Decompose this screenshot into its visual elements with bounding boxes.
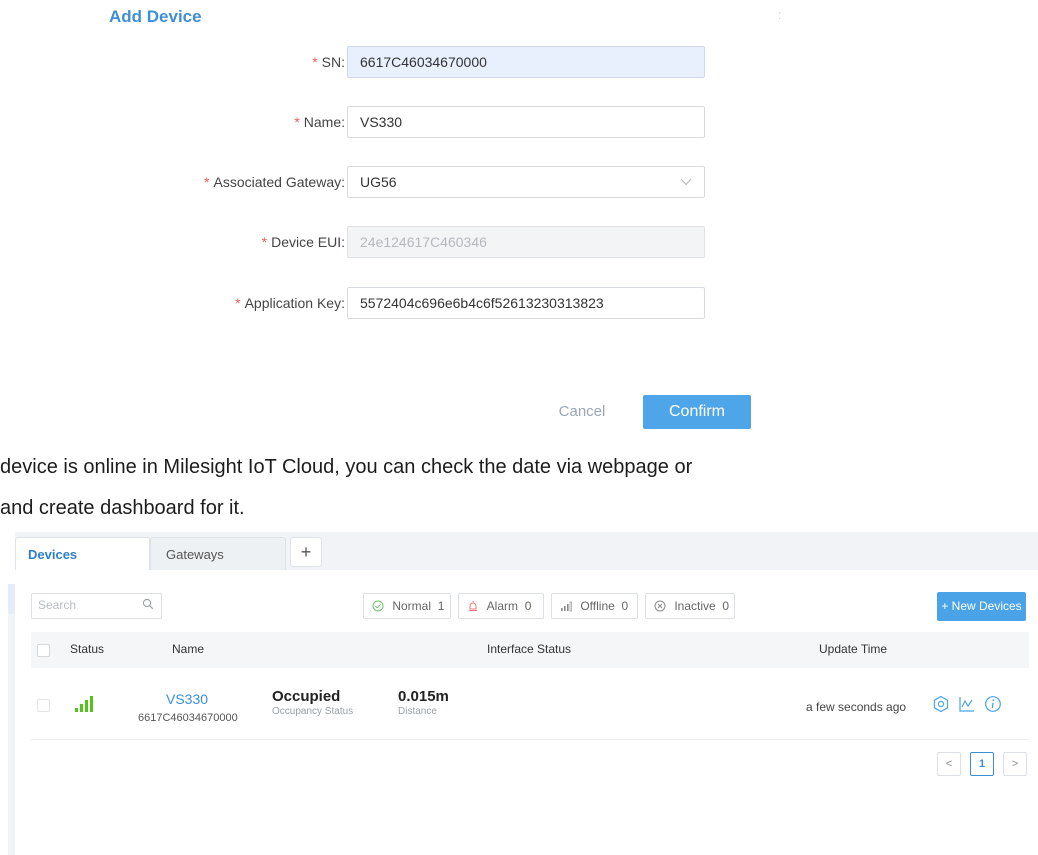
add-tab-button[interactable]: + <box>290 537 322 567</box>
chevron-down-icon <box>680 178 692 186</box>
filter-inactive-count: 0 <box>722 599 730 613</box>
eui-input: 24e124617C460346 <box>347 226 705 258</box>
search-placeholder: Search <box>38 598 77 612</box>
appkey-row: * Application Key: 5572404c696e6b4c6f5261… <box>0 287 1038 319</box>
gateway-row: * Associated Gateway: UG56 <box>0 166 1038 198</box>
search-icon[interactable] <box>142 598 154 610</box>
filter-offline[interactable]: Offline 0 <box>551 593 638 619</box>
row-divider <box>31 739 1029 740</box>
pagination-prev[interactable]: < <box>937 752 961 776</box>
chart-icon[interactable] <box>958 695 976 713</box>
filter-offline-count: 0 <box>621 599 629 613</box>
filter-normal-label: Normal <box>392 599 432 613</box>
required-mark: * <box>294 114 300 130</box>
alarm-icon <box>469 601 477 611</box>
filter-alarm[interactable]: Alarm 0 <box>458 593 544 619</box>
tab-devices[interactable]: Devices <box>15 537 150 570</box>
col-name: Name <box>172 642 205 656</box>
col-status: Status <box>70 642 105 656</box>
sn-label: * SN: <box>312 46 345 78</box>
signal-off-icon <box>561 601 572 612</box>
col-update-time: Update Time <box>819 642 888 656</box>
cancel-button[interactable]: Cancel <box>547 396 617 428</box>
filter-normal[interactable]: Normal 1 <box>363 593 451 619</box>
eui-row: * Device EUI: 24e124617C460346 <box>0 226 1038 258</box>
name-label: * Name: <box>294 106 345 138</box>
doc-text-line-1: device is online in Milesight IoT Cloud,… <box>0 456 693 478</box>
new-devices-button[interactable]: + New Devices <box>937 592 1026 621</box>
select-all-checkbox[interactable] <box>37 644 50 657</box>
gateway-label-text: Associated Gateway: <box>213 174 345 190</box>
name-label-text: Name: <box>303 114 345 130</box>
filter-inactive-label: Inactive <box>674 599 716 613</box>
info-icon[interactable] <box>984 695 1002 713</box>
gateway-select-value: UG56 <box>360 174 397 190</box>
filter-alarm-count: 0 <box>524 599 532 613</box>
required-mark: * <box>235 295 241 311</box>
filter-alarm-label: Alarm <box>486 599 519 613</box>
name-row: * Name: VS330 <box>0 106 1038 138</box>
dialog-title: Add Device <box>109 7 202 26</box>
appkey-label-text: Application Key: <box>244 295 345 311</box>
col-interface-status: Interface Status <box>487 642 572 656</box>
sn-label-text: SN: <box>321 54 345 70</box>
distance-label: Distance <box>398 706 437 717</box>
settings-icon[interactable] <box>932 695 950 713</box>
x-circle-icon <box>654 600 666 612</box>
occupancy-value: Occupied <box>272 688 341 705</box>
pagination-next[interactable]: > <box>1003 752 1027 776</box>
filter-inactive[interactable]: Inactive 0 <box>645 593 735 619</box>
device-sn: 6617C46034670000 <box>138 712 238 724</box>
sn-input[interactable]: 6617C46034670000 <box>347 46 705 78</box>
sn-row: * SN: 6617C46034670000 <box>0 46 1038 78</box>
dialog-dot: : <box>778 8 782 22</box>
signal-strength-icon <box>75 696 93 712</box>
check-circle-icon <box>372 600 384 612</box>
required-mark: * <box>312 54 318 70</box>
device-name-link[interactable]: VS330 <box>166 691 208 707</box>
filter-normal-count: 1 <box>437 599 445 613</box>
gateway-label: * Associated Gateway: <box>204 166 345 198</box>
filter-offline-label: Offline <box>580 599 615 613</box>
left-rail-highlight <box>8 584 15 614</box>
tab-gateways[interactable]: Gateways <box>150 537 286 570</box>
gateway-select[interactable]: UG56 <box>347 166 705 198</box>
update-time: a few seconds ago <box>806 700 907 714</box>
required-mark: * <box>204 174 210 190</box>
eui-label: * Device EUI: <box>262 226 345 258</box>
confirm-button[interactable]: Confirm <box>643 395 751 429</box>
name-input[interactable]: VS330 <box>347 106 705 138</box>
doc-text-line-2: and create dashboard for it. <box>0 497 245 519</box>
pagination-page-1[interactable]: 1 <box>970 752 994 776</box>
row-checkbox[interactable] <box>37 699 50 712</box>
required-mark: * <box>261 234 268 250</box>
appkey-label: * Application Key: <box>235 287 345 319</box>
occupancy-label: Occupancy Status <box>272 706 354 717</box>
eui-label-text: Device EUI: <box>271 234 345 250</box>
distance-value: 0.015m <box>398 688 449 705</box>
left-rail <box>8 584 15 855</box>
appkey-input[interactable]: 5572404c696e6b4c6f52613230313823 <box>347 287 705 319</box>
